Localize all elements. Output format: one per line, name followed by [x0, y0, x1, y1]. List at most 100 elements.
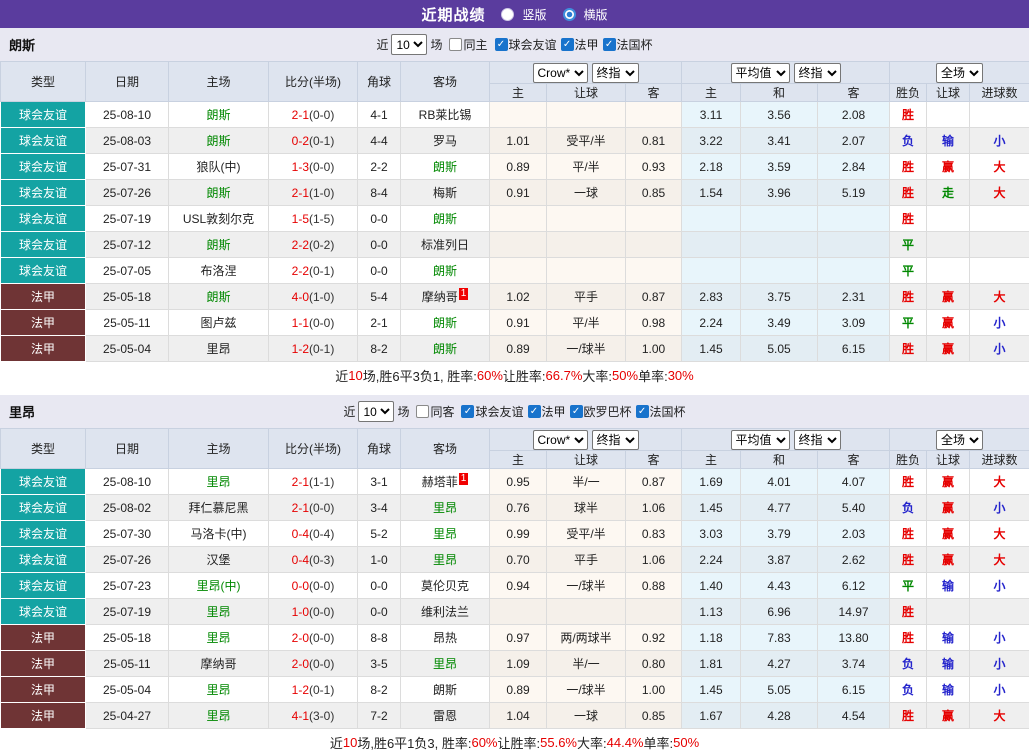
- handicap-line-cell: 半/一: [547, 469, 626, 495]
- league-filter[interactable]: ✓法甲: [561, 36, 599, 53]
- avg-home-cell: 2.24: [682, 310, 741, 336]
- sub-col-odds-away: 客: [626, 451, 682, 469]
- avg-home-cell: 1.54: [682, 180, 741, 206]
- league-filter[interactable]: ✓法甲: [528, 403, 566, 420]
- avg-draw-cell: 7.83: [741, 625, 818, 651]
- checkbox-icon[interactable]: [449, 38, 462, 51]
- checkbox-icon[interactable]: [416, 405, 429, 418]
- scope-select[interactable]: 全场: [936, 430, 983, 450]
- matches-count-select[interactable]: 10: [358, 401, 394, 422]
- result-wdl-cell: 胜: [890, 284, 927, 310]
- checkbox-icon[interactable]: ✓: [528, 405, 541, 418]
- result-text: 赢: [942, 342, 954, 356]
- result-text: 胜: [902, 186, 914, 200]
- corner-cell: 8-2: [358, 677, 401, 703]
- fulltime-score: 4-1: [292, 709, 309, 723]
- avg-home-cell: 2.24: [682, 547, 741, 573]
- checkbox-icon[interactable]: ✓: [636, 405, 649, 418]
- odds-stage-select[interactable]: 终指: [592, 430, 639, 450]
- vertical-layout-radio[interactable]: [501, 8, 514, 21]
- score-cell: 1-2(0-1): [269, 336, 358, 362]
- summary-segment: 场,胜6平1负3, 胜率:: [357, 733, 471, 752]
- match-row: 球会友谊25-07-30马洛卡(中)0-4(0-4)5-2里昂0.99受平/半0…: [1, 521, 1029, 547]
- result-text: 赢: [942, 553, 954, 567]
- date-cell: 25-07-23: [86, 573, 169, 599]
- away-team-cell: 朗斯: [401, 206, 490, 232]
- score-cell: 0-2(0-1): [269, 128, 358, 154]
- date-cell: 25-07-12: [86, 232, 169, 258]
- fulltime-score: 2-1: [292, 475, 309, 489]
- same-venue-filter[interactable]: 同客: [416, 403, 454, 420]
- score-cell: 1-0(0-0): [269, 599, 358, 625]
- score-cell: 2-1(1-1): [269, 469, 358, 495]
- avg-draw-cell: 4.43: [741, 573, 818, 599]
- halftime-score: (0-1): [309, 342, 334, 356]
- odds-company-select[interactable]: Crow*: [533, 63, 588, 83]
- avg-stage-select[interactable]: 终指: [794, 430, 841, 450]
- col-away: 客场: [401, 429, 490, 469]
- odds-home-cell: [490, 102, 547, 128]
- odds-company-select[interactable]: Crow*: [533, 430, 588, 450]
- handicap-line-cell: 球半: [547, 495, 626, 521]
- result-handicap-cell: [927, 258, 970, 284]
- result-text: 胜: [902, 553, 914, 567]
- league-filter[interactable]: ✓球会友谊: [461, 403, 523, 420]
- rank-badge: 1: [459, 473, 469, 485]
- halftime-score: (0-2): [309, 238, 334, 252]
- sub-col-avg-draw: 和: [741, 451, 818, 469]
- league-filter-label: 法甲: [575, 36, 599, 53]
- avg-type-select[interactable]: 平均值: [731, 430, 790, 450]
- handicap-line-cell: [547, 232, 626, 258]
- result-goals-cell: 大: [970, 547, 1029, 573]
- avg-away-cell: [818, 206, 890, 232]
- odds-away-cell: 0.81: [626, 128, 682, 154]
- scope-select[interactable]: 全场: [936, 63, 983, 83]
- match-row: 球会友谊25-08-02拜仁慕尼黑2-1(0-0)3-4里昂0.76球半1.06…: [1, 495, 1029, 521]
- checkbox-icon[interactable]: ✓: [461, 405, 474, 418]
- fulltime-score: 0-0: [292, 579, 309, 593]
- match-row: 球会友谊25-07-05布洛涅2-2(0-1)0-0朗斯平: [1, 258, 1029, 284]
- result-text: 小: [994, 683, 1006, 697]
- avg-home-cell: 3.03: [682, 521, 741, 547]
- halftime-score: (0-3): [309, 553, 334, 567]
- result-handicap-cell: 赢: [927, 469, 970, 495]
- league-filter[interactable]: ✓法国杯: [603, 36, 653, 53]
- avg-home-cell: 1.69: [682, 469, 741, 495]
- same-venue-filter[interactable]: 同主: [449, 36, 487, 53]
- matches-count-select[interactable]: 10: [391, 34, 427, 55]
- match-row: 球会友谊25-07-19里昂1-0(0-0)0-0维利法兰1.136.9614.…: [1, 599, 1029, 625]
- col-type: 类型: [1, 429, 86, 469]
- home-team-name: 狼队(中): [197, 160, 241, 174]
- home-team-cell: 朗斯: [169, 128, 269, 154]
- horizontal-layout-label[interactable]: 横版: [584, 6, 608, 23]
- result-text: 输: [942, 579, 954, 593]
- match-row: 球会友谊25-08-03朗斯0-2(0-1)4-4罗马1.01受平/半0.813…: [1, 128, 1029, 154]
- type-cell: 球会友谊: [1, 495, 86, 521]
- result-text: 赢: [942, 160, 954, 174]
- away-team-cell: 里昂: [401, 547, 490, 573]
- avg-stage-select[interactable]: 终指: [794, 63, 841, 83]
- league-filter[interactable]: ✓法国杯: [636, 403, 686, 420]
- checkbox-icon[interactable]: ✓: [495, 38, 508, 51]
- odds-stage-select[interactable]: 终指: [592, 63, 639, 83]
- matches-suffix-label: 场: [397, 403, 409, 420]
- corner-cell: 4-4: [358, 128, 401, 154]
- league-filter[interactable]: ✓欧罗巴杯: [570, 403, 632, 420]
- league-filter[interactable]: ✓球会友谊: [495, 36, 557, 53]
- corner-cell: 5-4: [358, 284, 401, 310]
- result-goals-cell: 小: [970, 625, 1029, 651]
- horizontal-layout-radio[interactable]: [563, 8, 576, 21]
- result-text: 大: [994, 553, 1006, 567]
- vertical-layout-label[interactable]: 竖版: [522, 6, 546, 23]
- league-filter-label: 球会友谊: [475, 403, 523, 420]
- away-team-cell: 朗斯: [401, 310, 490, 336]
- checkbox-icon[interactable]: ✓: [570, 405, 583, 418]
- avg-draw-cell: [741, 206, 818, 232]
- sub-col-goals-result: 进球数: [970, 451, 1029, 469]
- checkbox-icon[interactable]: ✓: [603, 38, 616, 51]
- home-team-cell: 朗斯: [169, 284, 269, 310]
- avg-type-select[interactable]: 平均值: [731, 63, 790, 83]
- halftime-score: (1-0): [309, 186, 334, 200]
- checkbox-icon[interactable]: ✓: [561, 38, 574, 51]
- result-wdl-cell: 负: [890, 651, 927, 677]
